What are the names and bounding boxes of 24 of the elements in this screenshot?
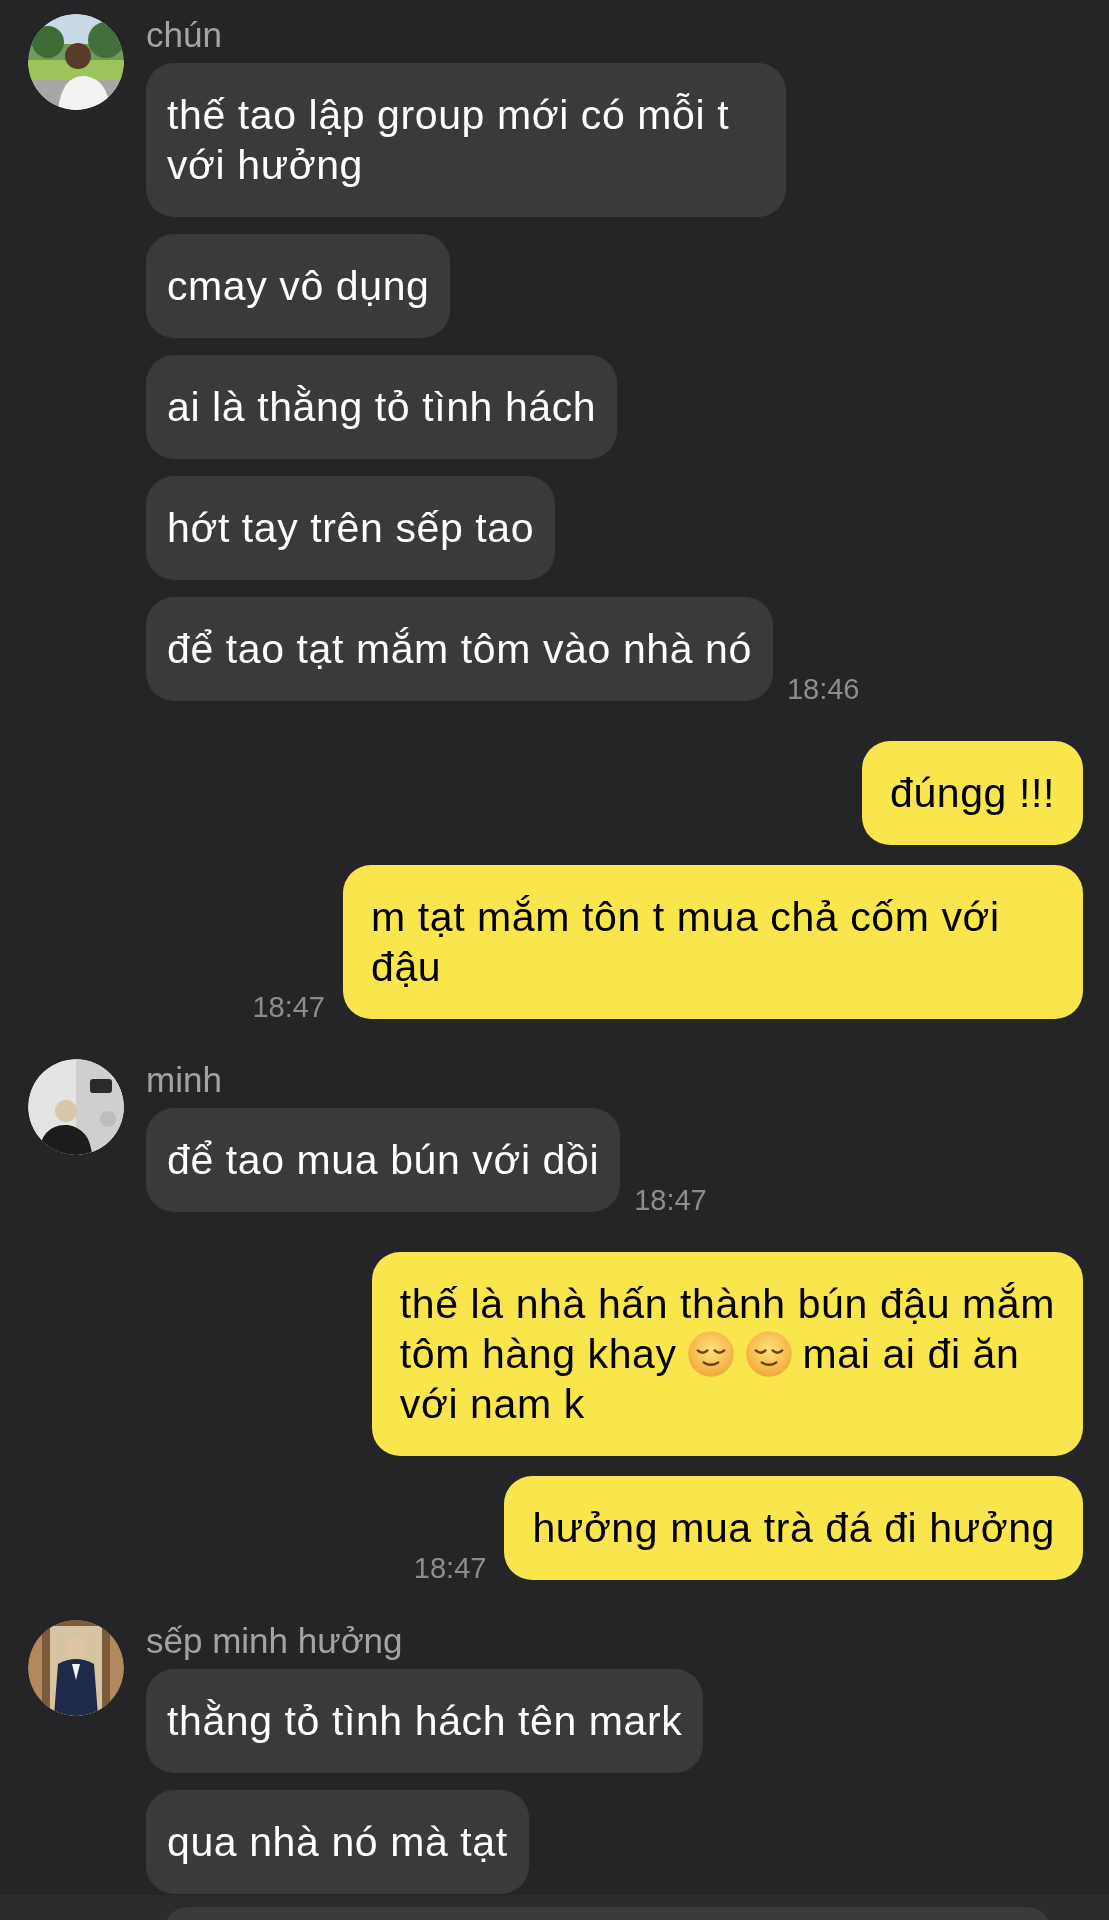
timestamp: 18:47 [413,1552,487,1584]
timestamp: 18:46 [786,673,860,705]
sender-name: chún [146,16,223,54]
message-text: m tạt mắm tôn t mua chả cốm với đậu [371,894,1000,990]
message-text: thằng tỏ tình hách tên mark [167,1698,683,1744]
message-text: với nam k [399,1380,585,1429]
message-text: để tao mua bún với dồi [167,1137,600,1183]
message-text: mai ai đi ăn [802,1330,1020,1379]
message-text: để tao tạt mắm tôm vào nhà nó [167,626,752,672]
message-text: qua nhà nó mà tạt [167,1819,508,1865]
message-text: hớt tay trên sếp tao [167,505,535,551]
relieved-face-icon [744,1330,793,1378]
message-text: cmay vô dụng [167,263,430,309]
message-text: hưởng mua trà đá đi hưởng [532,1505,1055,1551]
message-text: thế là nhà hấn thành bún đậu mắm [399,1280,1055,1329]
message-text: đúngg !!! [890,770,1055,816]
sender-name: sếp minh hưởng [146,1622,404,1660]
timestamp: 18:47 [634,1184,707,1216]
message-text: thế tao lập group mới có mỗi t với hưởng [167,92,730,188]
sender-name: minh [146,1061,223,1099]
timestamp: 18:47 [252,991,325,1023]
message-text: tôm hàng khay [399,1330,677,1379]
relieved-face-icon [686,1330,735,1378]
message-text: ai là thằng tỏ tình hách [167,384,597,430]
